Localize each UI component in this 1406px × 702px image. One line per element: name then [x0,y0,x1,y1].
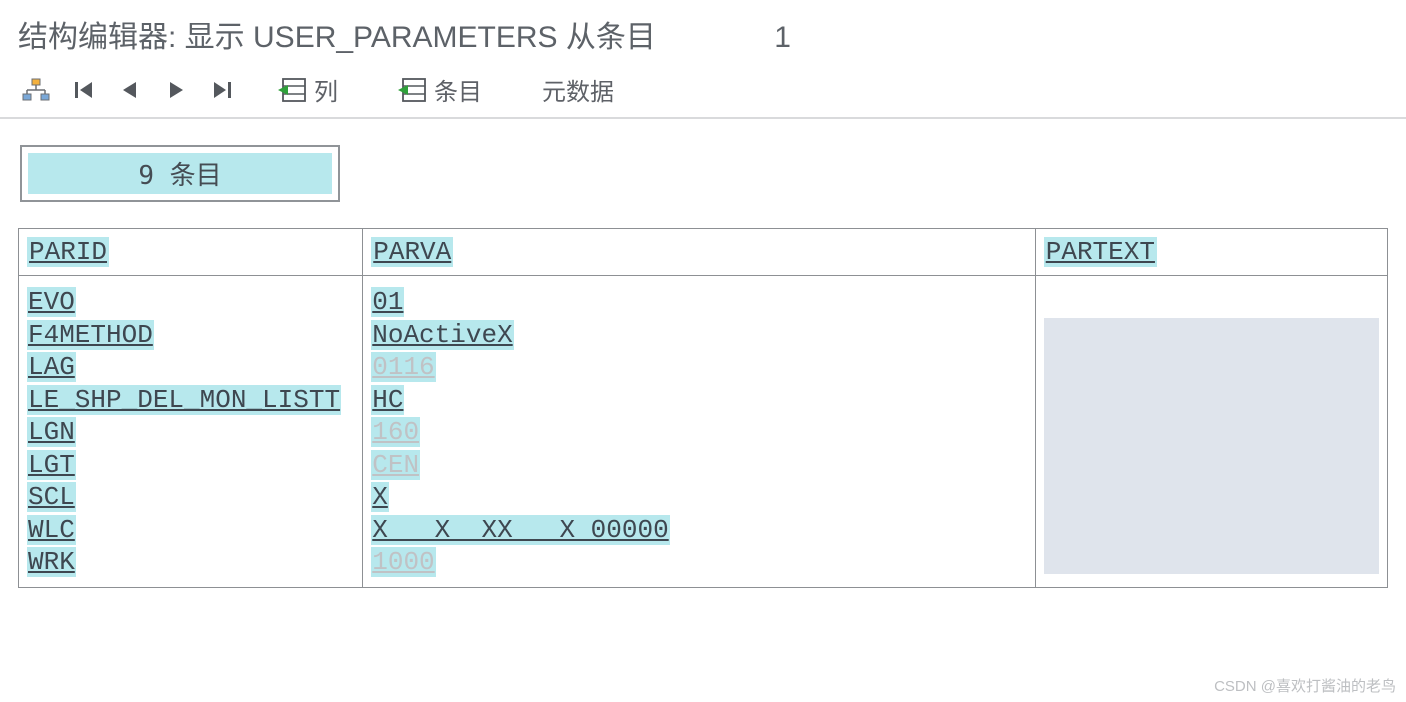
title-struct-name: USER_PARAMETERS [253,21,558,54]
parid-value[interactable]: WRK [27,546,354,579]
insert-entry-icon [398,77,428,103]
previous-icon [118,78,142,102]
parid-value[interactable]: LE_SHP_DEL_MON_LISTT [27,384,354,417]
title-prefix: 结构编辑器: 显示 [18,21,253,54]
parid-cell: EVOF4METHODLAGLE_SHP_DEL_MON_LISTTLGNLGT… [19,276,363,588]
next-button[interactable] [160,76,192,104]
parid-value[interactable]: LGT [27,449,354,482]
first-icon [72,78,96,102]
column-label: 列 [314,72,338,107]
header-partext[interactable]: PARTEXT [1035,229,1387,276]
parid-value[interactable]: WLC [27,514,354,547]
entry-label: 条目 [434,72,482,107]
last-icon [210,78,234,102]
first-button[interactable] [68,76,100,104]
parva-value[interactable]: 1000 [371,546,1026,579]
parva-value[interactable]: 160 [371,416,1026,449]
next-icon [164,78,188,102]
last-button[interactable] [206,76,238,104]
parid-value[interactable]: LGN [27,416,354,449]
parid-value[interactable]: EVO [27,286,354,319]
parva-value[interactable]: NoActiveX [371,319,1026,352]
page-title: 结构编辑器: 显示 USER_PARAMETERS 从条目 1 [0,0,1406,64]
parameters-table: PARID PARVA PARTEXT EVOF4METHODLAGLE_SHP… [18,228,1388,588]
column-button[interactable]: 列 [274,70,342,109]
title-suffix: 从条目 [558,21,656,54]
parid-value[interactable]: SCL [27,481,354,514]
entry-count-box: 9 条目 [20,145,340,202]
hierarchy-button[interactable] [18,76,54,104]
toolbar: 列 条目 元数据 [0,64,1406,119]
partext-value[interactable] [1044,478,1379,510]
parid-value[interactable]: F4METHOD [27,319,354,352]
insert-column-icon [278,77,308,103]
parva-value[interactable]: X X XX X 00000 [371,514,1026,547]
parva-value[interactable]: 0116 [371,351,1026,384]
title-entry-number: 1 [774,21,791,55]
watermark: CSDN @喜欢打酱油的老鸟 [1214,675,1396,696]
partext-value[interactable] [1044,318,1379,350]
partext-value[interactable] [1044,446,1379,478]
parva-cell: 01NoActiveX0116HC160CENXX X XX X 0000010… [363,276,1035,588]
header-parid[interactable]: PARID [19,229,363,276]
partext-value[interactable] [1044,286,1379,318]
entry-button[interactable]: 条目 [394,70,486,109]
parva-value[interactable]: CEN [371,449,1026,482]
parva-value[interactable]: HC [371,384,1026,417]
partext-value[interactable] [1044,510,1379,542]
metadata-button[interactable]: 元数据 [538,70,618,109]
header-parva[interactable]: PARVA [363,229,1035,276]
parva-value[interactable]: X [371,481,1026,514]
entry-count-value: 9 [138,161,154,191]
metadata-label: 元数据 [542,72,614,107]
partext-value[interactable] [1044,542,1379,574]
parva-value[interactable]: 01 [371,286,1026,319]
partext-cell [1035,276,1387,588]
partext-value[interactable] [1044,414,1379,446]
partext-value[interactable] [1044,382,1379,414]
parid-value[interactable]: LAG [27,351,354,384]
partext-value[interactable] [1044,350,1379,382]
entry-count-label: 条目 [170,161,222,191]
previous-button[interactable] [114,76,146,104]
hierarchy-icon [22,78,50,102]
